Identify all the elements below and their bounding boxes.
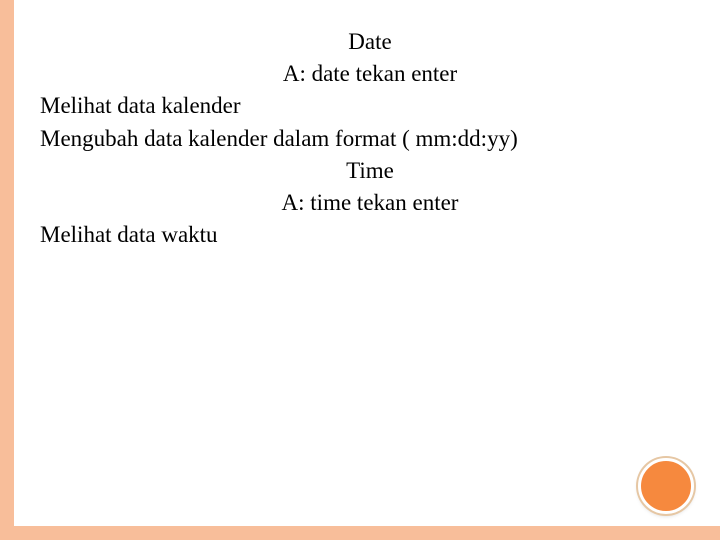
circle-icon — [638, 458, 694, 514]
line-time-command: A: time tekan enter — [40, 187, 700, 219]
slide-content: Date A: date tekan enter Melihat data ka… — [40, 26, 700, 251]
line-time-heading: Time — [40, 155, 700, 187]
line-date-heading: Date — [40, 26, 700, 58]
border-bottom — [0, 526, 720, 540]
line-date-desc1: Melihat data kalender — [40, 90, 700, 122]
line-date-command: A: date tekan enter — [40, 58, 700, 90]
border-left — [0, 0, 14, 540]
slide: Date A: date tekan enter Melihat data ka… — [0, 0, 720, 540]
line-time-desc: Melihat data waktu — [40, 219, 700, 251]
line-date-desc2: Mengubah data kalender dalam format ( mm… — [40, 123, 700, 155]
